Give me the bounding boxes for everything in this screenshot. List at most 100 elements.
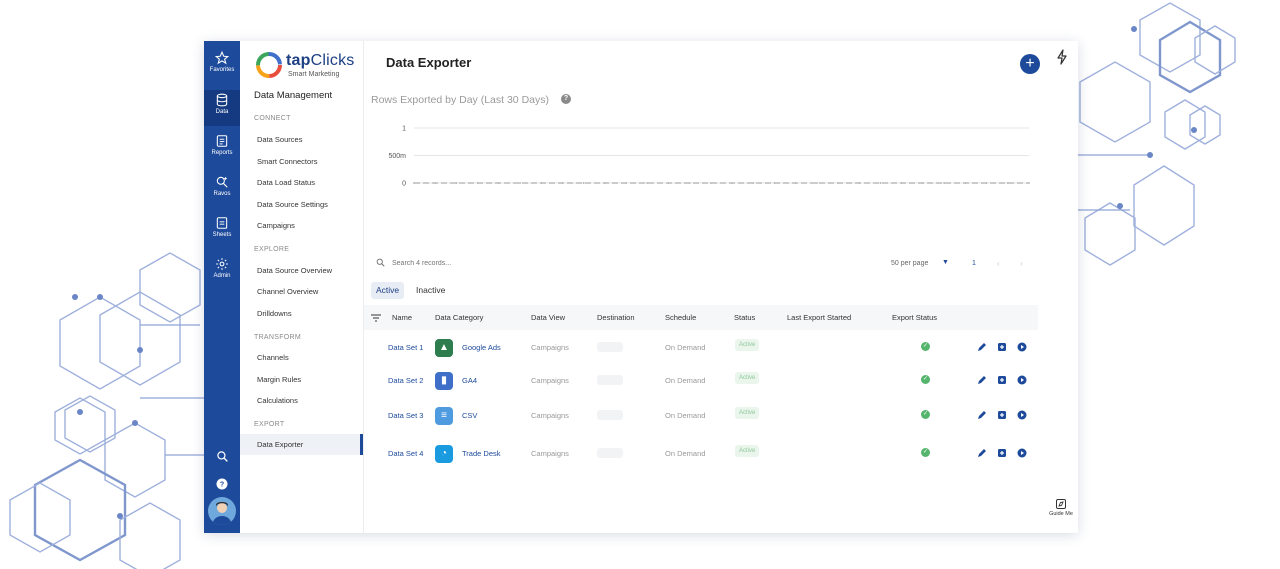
- data-category-label[interactable]: CSV: [462, 411, 477, 420]
- brand-name-left: tap: [286, 52, 311, 69]
- table-row[interactable]: Data Set 1 ▲ Google Ads Campaigns On Demand A…: [364, 333, 1038, 363]
- database-icon: [216, 93, 228, 107]
- rail-help-button[interactable]: ?: [204, 478, 240, 490]
- edit-icon[interactable]: [977, 410, 987, 420]
- rail-item-admin[interactable]: Admin: [204, 257, 240, 293]
- sidebar-item-channel-overview[interactable]: Channel Overview: [257, 287, 318, 296]
- dataset-name-link[interactable]: Data Set 3: [388, 411, 423, 420]
- sidebar-item-data-load-status[interactable]: Data Load Status: [257, 178, 315, 187]
- edit-icon[interactable]: [977, 448, 987, 458]
- destination-value: [597, 448, 623, 458]
- bolt-icon[interactable]: [1056, 49, 1068, 65]
- schedule-value: On Demand: [665, 411, 706, 420]
- data-point: [582, 182, 585, 184]
- column-header-data-view[interactable]: Data View: [531, 313, 565, 322]
- copy-icon[interactable]: [997, 448, 1007, 458]
- schedule-value: On Demand: [665, 449, 706, 458]
- destination-value: [597, 342, 623, 352]
- dataset-name-link[interactable]: Data Set 2: [388, 376, 423, 385]
- data-category-label[interactable]: Trade Desk: [462, 449, 501, 458]
- dataset-name-link[interactable]: Data Set 4: [388, 449, 423, 458]
- sidebar-item-data-sources[interactable]: Data Sources: [257, 135, 302, 144]
- check-circle-icon: ✓: [921, 410, 930, 419]
- data-point: [561, 182, 564, 184]
- next-page-button[interactable]: ›: [1020, 259, 1023, 268]
- sidebar-item-data-source-settings[interactable]: Data Source Settings: [257, 200, 328, 209]
- run-export-icon[interactable]: [1017, 375, 1027, 385]
- rail-item-ravos[interactable]: Ravos: [204, 175, 240, 211]
- search-icon: [376, 258, 385, 267]
- data-point: [646, 182, 649, 184]
- guide-me-button[interactable]: Guide Me: [1046, 498, 1076, 517]
- search-input[interactable]: [390, 255, 514, 271]
- data-point: [943, 182, 945, 184]
- data-point: [773, 182, 776, 184]
- data-point: [731, 182, 733, 184]
- y-tick-label: 0: [402, 181, 406, 188]
- help-icon: ?: [216, 478, 228, 490]
- rows-exported-chart: 1 500m 0: [388, 126, 1030, 188]
- sidebar-item-drilldowns[interactable]: Drilldowns: [257, 309, 292, 318]
- sidebar-item-data-exporter[interactable]: Data Exporter: [240, 434, 363, 455]
- rail-item-data[interactable]: Data: [204, 90, 240, 126]
- sidebar-item-margin-rules[interactable]: Margin Rules: [257, 375, 301, 384]
- csv-icon: ≡: [435, 407, 453, 425]
- sidebar-item-smart-connectors[interactable]: Smart Connectors: [257, 157, 317, 166]
- run-export-icon[interactable]: [1017, 342, 1027, 352]
- chart-title: Rows Exported by Day (Last 30 Days): [371, 94, 549, 106]
- sheets-icon: [216, 217, 228, 229]
- chevron-down-icon[interactable]: ▼: [942, 259, 949, 266]
- status-badge: Active: [735, 445, 760, 457]
- rail-search-button[interactable]: [204, 450, 240, 463]
- table-row[interactable]: Data Set 2 ▮ GA4 Campaigns On Demand Active ✓: [364, 366, 1038, 396]
- data-point: [434, 182, 437, 184]
- column-header-name[interactable]: Name: [392, 313, 412, 322]
- guide-me-label: Guide Me: [1049, 511, 1073, 517]
- dataset-name-link[interactable]: Data Set 1: [388, 343, 423, 352]
- table-header: Name Data Category Data View Destination…: [364, 305, 1038, 330]
- table-row[interactable]: Data Set 3 ≡ CSV Campaigns On Demand Active ✓: [364, 401, 1038, 431]
- edit-icon[interactable]: [977, 342, 987, 352]
- schedule-value: On Demand: [665, 376, 706, 385]
- chart-help-icon[interactable]: ?: [561, 94, 571, 104]
- data-point: [816, 182, 818, 184]
- data-point: [455, 182, 458, 184]
- column-header-status[interactable]: Status: [734, 313, 755, 322]
- column-header-schedule[interactable]: Schedule: [665, 313, 696, 322]
- data-category-label[interactable]: Google Ads: [462, 343, 501, 352]
- sidebar-item-calculations[interactable]: Calculations: [257, 396, 298, 405]
- column-header-last-export-started[interactable]: Last Export Started: [787, 313, 851, 322]
- rail-item-favorites[interactable]: Favorites: [204, 51, 240, 87]
- add-button[interactable]: +: [1020, 54, 1040, 74]
- filter-icon[interactable]: [371, 314, 381, 322]
- table-row[interactable]: Data Set 4 ◔ Trade Desk Campaigns On Demand A…: [364, 439, 1038, 469]
- sidebar-item-channels[interactable]: Channels: [257, 353, 289, 362]
- main-content: Data Exporter + Rows Exported by Day (La…: [364, 41, 1078, 533]
- data-point: [922, 182, 924, 184]
- copy-icon[interactable]: [997, 375, 1007, 385]
- data-point: [752, 182, 755, 184]
- sidebar-item-data-source-overview[interactable]: Data Source Overview: [257, 266, 332, 275]
- sidebar-item-campaigns[interactable]: Campaigns: [257, 221, 295, 230]
- rail-item-sheets[interactable]: Sheets: [204, 216, 240, 252]
- avatar[interactable]: [208, 497, 236, 525]
- column-header-destination[interactable]: Destination: [597, 313, 635, 322]
- run-export-icon[interactable]: [1017, 410, 1027, 420]
- prev-page-button[interactable]: ‹: [997, 259, 1000, 268]
- copy-icon[interactable]: [997, 410, 1007, 420]
- rail-item-reports[interactable]: Reports: [204, 134, 240, 170]
- y-tick-label: 500m: [388, 153, 406, 160]
- edit-icon[interactable]: [977, 375, 987, 385]
- copy-icon[interactable]: [997, 342, 1007, 352]
- primary-rail: Favorites Data Reports Ravos Sheets Admi…: [204, 41, 240, 533]
- y-tick-label: 1: [402, 126, 406, 133]
- per-page-select[interactable]: 50 per page: [891, 260, 928, 267]
- tab-inactive[interactable]: Inactive: [411, 282, 450, 299]
- run-export-icon[interactable]: [1017, 448, 1027, 458]
- column-header-export-status[interactable]: Export Status: [892, 313, 937, 322]
- column-header-data-category[interactable]: Data Category: [435, 313, 483, 322]
- page-number[interactable]: 1: [972, 260, 976, 267]
- tab-active[interactable]: Active: [371, 282, 405, 299]
- data-category-label[interactable]: GA4: [462, 376, 477, 385]
- data-point: [688, 182, 691, 184]
